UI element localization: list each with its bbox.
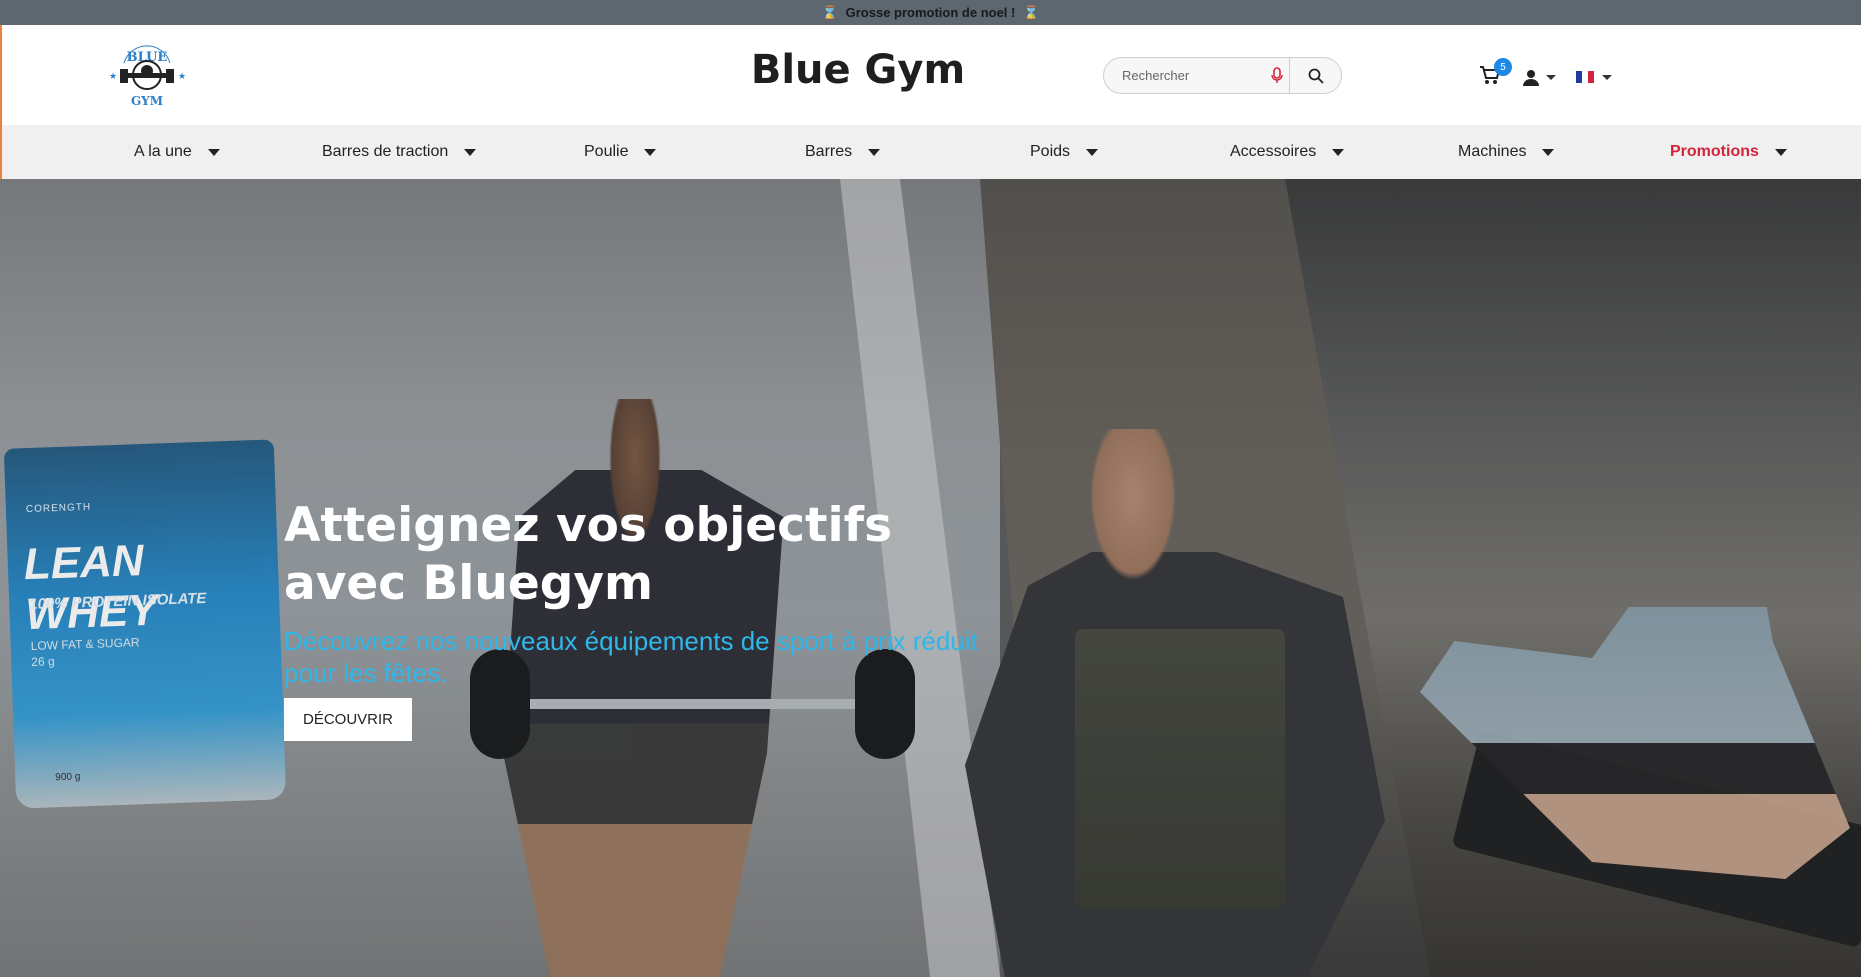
nav-item-label: Accessoires bbox=[1230, 143, 1317, 160]
nav-item-barres-de-traction[interactable]: Barres de traction bbox=[322, 125, 477, 179]
user-icon bbox=[1523, 70, 1539, 86]
nav-item-accessoires[interactable]: Accessoires bbox=[1230, 125, 1345, 179]
nav-item-label: Barres bbox=[805, 143, 853, 160]
nav-item-promotions[interactable]: Promotions bbox=[1670, 125, 1787, 179]
search-bar bbox=[1103, 57, 1342, 94]
hero-subtitle: Découvrez nos nouveaux équipements de sp… bbox=[284, 626, 978, 688]
chevron-down-icon bbox=[644, 148, 657, 156]
france-flag-icon bbox=[1576, 71, 1594, 83]
chevron-down-icon bbox=[1546, 74, 1556, 80]
site-header: BLUE ★ ★ GYM Blue Gym Rechercher 5 bbox=[0, 25, 1861, 125]
nav-item-machines[interactable]: Machines bbox=[1458, 125, 1555, 179]
chevron-down-icon bbox=[207, 148, 220, 156]
nav-item-poids[interactable]: Poids bbox=[1030, 125, 1099, 179]
search-icon bbox=[1308, 68, 1324, 84]
promo-text: Grosse promotion de noel ! bbox=[845, 5, 1016, 20]
logo-bottom-text: GYM bbox=[131, 94, 163, 108]
promo-bar: ⌛ Grosse promotion de noel ! ⌛ bbox=[0, 0, 1861, 25]
chevron-down-icon bbox=[464, 148, 477, 156]
language-selector[interactable] bbox=[1576, 66, 1616, 88]
microphone-icon[interactable] bbox=[1269, 67, 1285, 85]
nav-item-label: Barres de traction bbox=[322, 143, 449, 160]
nav-item-poulie[interactable]: Poulie bbox=[584, 125, 657, 179]
nav-item-barres[interactable]: Barres bbox=[805, 125, 881, 179]
search-button[interactable] bbox=[1289, 57, 1341, 94]
chevron-down-icon bbox=[1602, 74, 1612, 80]
nav-item-label: A la une bbox=[134, 143, 192, 160]
chevron-down-icon bbox=[1774, 148, 1787, 156]
nav-item-a-la-une[interactable]: A la une bbox=[134, 125, 220, 179]
search-input[interactable] bbox=[1122, 68, 1282, 83]
site-title: Blue Gym bbox=[750, 47, 966, 93]
nav-item-label: Machines bbox=[1458, 143, 1527, 160]
cart-count-badge: 5 bbox=[1494, 58, 1512, 76]
hero-banner: CORENGTH LEAN WHEY 100% PROTEIN ISOLATE … bbox=[0, 179, 1861, 977]
nav-item-label: Promotions bbox=[1670, 143, 1759, 160]
chevron-down-icon bbox=[868, 148, 881, 156]
chevron-down-icon bbox=[1086, 148, 1099, 156]
nav-item-label: Poulie bbox=[584, 143, 629, 160]
discover-button[interactable]: DÉCOUVRIR bbox=[284, 698, 412, 741]
main-nav: A la une Barres de traction Poulie Barre… bbox=[0, 125, 1861, 179]
account-menu[interactable] bbox=[1522, 66, 1560, 88]
hourglass-icon: ⌛ bbox=[1023, 4, 1040, 20]
hourglass-icon: ⌛ bbox=[821, 4, 838, 20]
hero-title: Atteignez vos objectifs avec Bluegym bbox=[284, 498, 893, 611]
nav-item-label: Poids bbox=[1030, 143, 1071, 160]
chevron-down-icon bbox=[1332, 148, 1345, 156]
chevron-down-icon bbox=[1542, 148, 1555, 156]
